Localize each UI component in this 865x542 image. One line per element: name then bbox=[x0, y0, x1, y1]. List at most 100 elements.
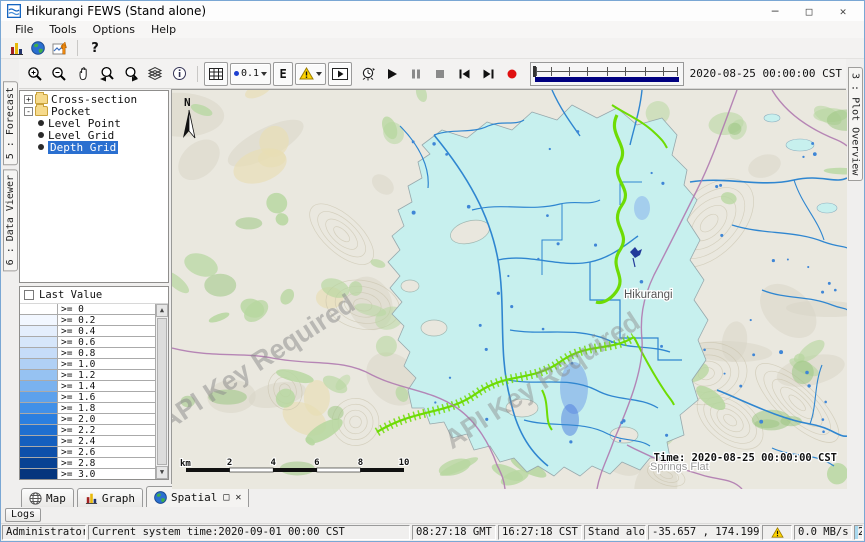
legend-row[interactable]: >= 0.4 bbox=[20, 326, 155, 337]
stop-button[interactable] bbox=[428, 62, 452, 86]
maximize-button[interactable]: □ bbox=[792, 5, 826, 18]
time-span-bar bbox=[535, 77, 679, 82]
step-back-button[interactable] bbox=[452, 62, 476, 86]
legend-label: >= 3.0 bbox=[58, 469, 155, 479]
map-canvas[interactable]: Hikurangi Springs Flat API Key Required … bbox=[171, 89, 846, 484]
menu-options[interactable]: Options bbox=[85, 23, 143, 36]
scroll-up-icon[interactable]: ▲ bbox=[156, 304, 168, 317]
record-button[interactable] bbox=[500, 62, 524, 86]
menu-help[interactable]: Help bbox=[143, 23, 184, 36]
legend-label: >= 0.2 bbox=[58, 315, 155, 325]
status-system-time: Current system time:2020-09-01 00:00 CST bbox=[88, 525, 410, 540]
zoom-out-icon bbox=[51, 66, 67, 82]
legend-swatch bbox=[20, 315, 58, 325]
tree-item-depth-grid[interactable]: Depth Grid bbox=[22, 141, 168, 153]
minimize-button[interactable]: ─ bbox=[758, 5, 792, 18]
legend-swatch bbox=[20, 458, 58, 468]
step-forward-button[interactable] bbox=[476, 62, 500, 86]
legend-row[interactable]: >= 2.2 bbox=[20, 425, 155, 436]
zoom-next-button[interactable] bbox=[119, 62, 143, 86]
status-memory: 2.5 GB bbox=[854, 525, 863, 540]
time-slider[interactable] bbox=[530, 62, 684, 86]
legend-swatch bbox=[20, 425, 58, 435]
legend-swatch bbox=[20, 436, 58, 446]
tree-item-level-point[interactable]: Level Point bbox=[22, 117, 168, 129]
tab-forecast[interactable]: 5 : Forecast bbox=[3, 81, 18, 165]
zoom-in-button[interactable] bbox=[23, 62, 47, 86]
play-button[interactable] bbox=[380, 62, 404, 86]
tab-spatial[interactable]: Spatial □ ✕ bbox=[146, 486, 249, 507]
movie-icon bbox=[332, 68, 348, 80]
legend-row[interactable]: >= 3.0 bbox=[20, 469, 155, 479]
record-icon bbox=[506, 68, 518, 80]
scale-unit-label: km bbox=[180, 459, 191, 469]
tab-plot-overview[interactable]: 3 : Plot Overview bbox=[848, 67, 863, 181]
maximize-tab-icon[interactable]: □ bbox=[223, 492, 229, 503]
status-user: Administrator bbox=[2, 525, 86, 540]
map-toolbar: 0.1 E bbox=[19, 59, 846, 89]
menu-file[interactable]: File bbox=[7, 23, 41, 36]
legend-row[interactable]: >= 0 bbox=[20, 304, 155, 315]
grid-display-button[interactable] bbox=[204, 62, 228, 86]
timeseries-dialog-button[interactable] bbox=[49, 39, 71, 57]
tab-data-viewer[interactable]: 6 : Data Viewer bbox=[3, 169, 18, 271]
help-icon: ? bbox=[91, 41, 99, 56]
zoom-previous-button[interactable] bbox=[95, 62, 119, 86]
pause-button[interactable] bbox=[404, 62, 428, 86]
warning-icon bbox=[771, 527, 784, 538]
expand-icon[interactable]: + bbox=[24, 95, 33, 104]
menu-tools[interactable]: Tools bbox=[41, 23, 84, 36]
scale-tick-label: 8 bbox=[358, 458, 363, 468]
logs-button[interactable]: Logs bbox=[5, 508, 41, 522]
legend-row[interactable]: >= 1.4 bbox=[20, 381, 155, 392]
tree-item-level-grid[interactable]: Level Grid bbox=[22, 129, 168, 141]
time-navigator-button[interactable] bbox=[356, 62, 380, 86]
close-tab-icon[interactable]: ✕ bbox=[235, 492, 241, 503]
last-value-checkbox[interactable] bbox=[24, 290, 34, 300]
legend-label: >= 0.6 bbox=[58, 337, 155, 347]
legend-row[interactable]: >= 1.2 bbox=[20, 370, 155, 381]
info-button[interactable] bbox=[167, 62, 191, 86]
collapse-icon[interactable]: - bbox=[24, 107, 33, 116]
app-logo-icon bbox=[7, 4, 21, 18]
scrollbar-thumb[interactable] bbox=[157, 318, 167, 465]
pan-button[interactable] bbox=[71, 62, 95, 86]
status-warning[interactable] bbox=[762, 525, 792, 540]
scroll-down-icon[interactable]: ▼ bbox=[156, 466, 168, 479]
help-button[interactable]: ? bbox=[84, 39, 106, 57]
legend-row[interactable]: >= 0.6 bbox=[20, 337, 155, 348]
scale-tick-label: 10 bbox=[399, 458, 410, 468]
legend-row[interactable]: >= 1.8 bbox=[20, 403, 155, 414]
globe-icon bbox=[154, 491, 167, 504]
legend-row[interactable]: >= 1.6 bbox=[20, 392, 155, 403]
layers-button[interactable] bbox=[143, 62, 167, 86]
movie-player-button[interactable] bbox=[328, 62, 352, 86]
legend-label: >= 1.8 bbox=[58, 403, 155, 413]
scale-tick-label: 2 bbox=[227, 458, 232, 468]
legend-label: >= 0.4 bbox=[58, 326, 155, 336]
classbreaks-dropdown[interactable]: 0.1 bbox=[230, 63, 271, 85]
legend-row[interactable]: >= 2.0 bbox=[20, 414, 155, 425]
legend-row[interactable]: >= 0.2 bbox=[20, 315, 155, 326]
right-tab-strip: 3 : Plot Overview bbox=[846, 59, 864, 484]
legend-row[interactable]: >= 2.8 bbox=[20, 458, 155, 469]
legend-row[interactable]: >= 2.6 bbox=[20, 447, 155, 458]
warnings-dropdown[interactable] bbox=[295, 63, 326, 85]
legend-row[interactable]: >= 1.0 bbox=[20, 359, 155, 370]
legend-row[interactable]: >= 2.4 bbox=[20, 436, 155, 447]
zoom-out-button[interactable] bbox=[47, 62, 71, 86]
legend-label: >= 2.8 bbox=[58, 458, 155, 468]
chevron-down-icon bbox=[261, 72, 267, 76]
legend-toggle-button[interactable]: E bbox=[273, 62, 293, 86]
database-viewer-button[interactable] bbox=[5, 39, 27, 57]
legend-label: >= 1.2 bbox=[58, 370, 155, 380]
pause-icon bbox=[410, 68, 422, 80]
legend-scrollbar[interactable]: ▲ ▼ bbox=[155, 304, 168, 479]
skip-start-icon bbox=[458, 68, 471, 80]
legend-row[interactable]: >= 0.8 bbox=[20, 348, 155, 359]
close-button[interactable]: ✕ bbox=[826, 5, 860, 18]
tree-item-pocket[interactable]: - Pocket bbox=[22, 105, 168, 117]
tab-graph[interactable]: Graph bbox=[77, 488, 143, 507]
map-display-button[interactable] bbox=[27, 39, 49, 57]
tab-map[interactable]: Map bbox=[21, 488, 74, 507]
